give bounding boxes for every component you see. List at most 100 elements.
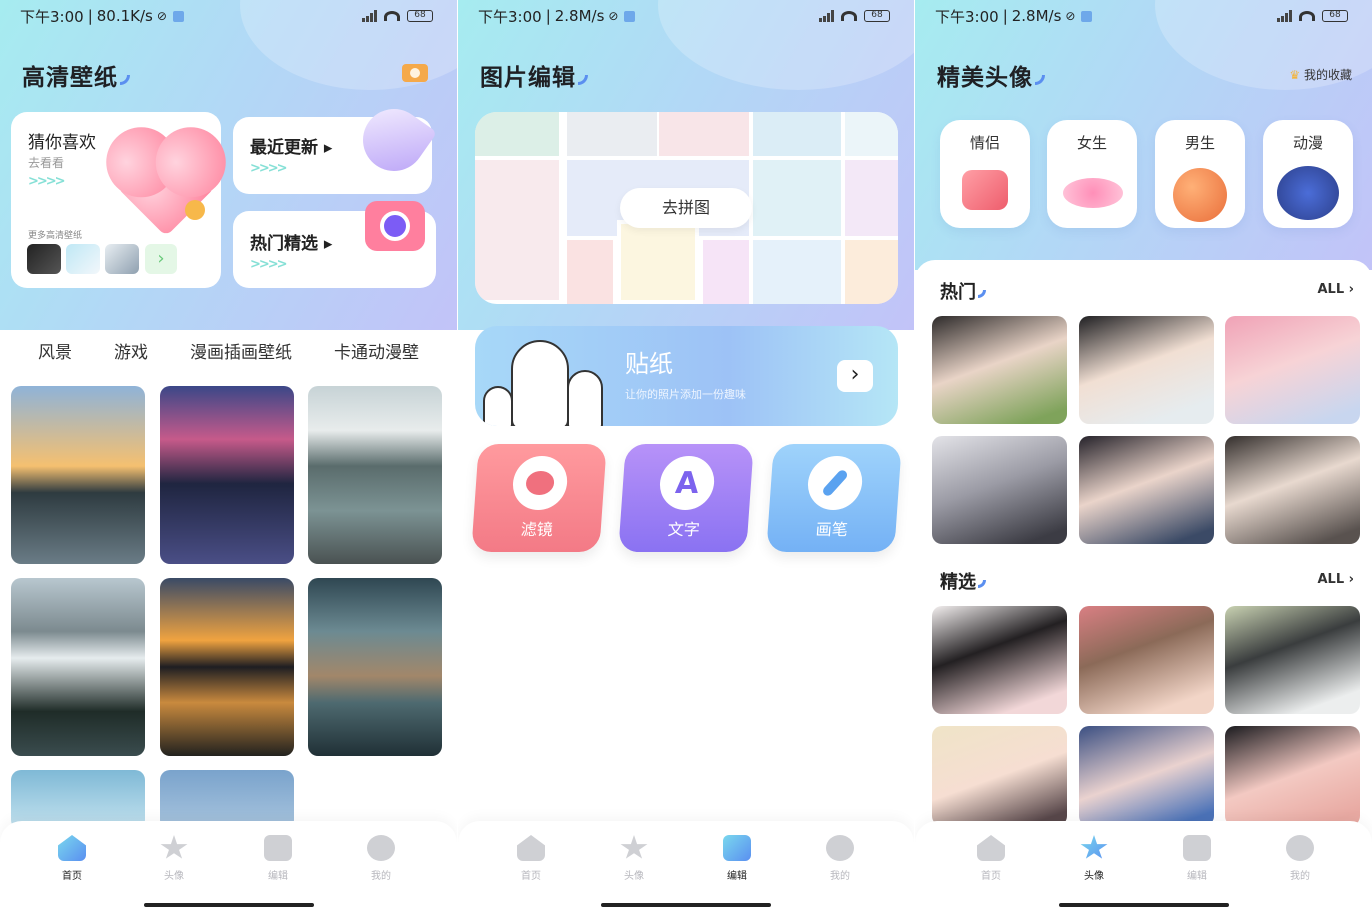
preview-thumbnail[interactable] [27, 244, 61, 274]
filter-tool-button[interactable]: 滤镜 [471, 444, 607, 552]
recent-updates-card[interactable]: 最近更新 ▸ >>>> [233, 96, 438, 194]
category-couple[interactable]: 情侣 [940, 120, 1030, 228]
filter-label: 滤镜 [520, 520, 554, 539]
mute-icon: ⊘ [608, 9, 619, 23]
category-anime[interactable]: 动漫 [1263, 120, 1353, 228]
nav-me[interactable]: 我的 [351, 835, 411, 882]
preview-thumbnail[interactable] [66, 244, 100, 274]
wallpaper-thumbnail[interactable] [160, 578, 294, 756]
battery-icon: 68 [864, 10, 890, 22]
avatar-thumbnail[interactable] [1079, 316, 1214, 424]
page-title: 高清壁纸 [22, 58, 130, 92]
hot-title: 热门精选 ▸ [250, 234, 333, 254]
signal-icon [1277, 10, 1292, 22]
wifi-icon [841, 11, 857, 21]
star-icon [160, 835, 188, 859]
status-speed: 80.1K/s [96, 7, 153, 25]
notification-icon [624, 10, 636, 22]
nav-avatar[interactable]: 头像 [604, 835, 664, 882]
guess-title: 猜你喜欢 [28, 133, 96, 153]
wallpaper-screen: 下午3:00 | 80.1K/s ⊘ 68 高清壁纸 猜你喜欢 去看看 >>>>… [0, 0, 457, 913]
sticker-title: 贴纸 [625, 350, 673, 378]
nav-avatar[interactable]: 头像 [1064, 835, 1124, 882]
avatar-thumbnail[interactable] [1079, 606, 1214, 714]
wallpaper-thumbnail[interactable] [308, 578, 442, 756]
brush-tool-button[interactable]: 画笔 [766, 444, 902, 552]
avatar-thumbnail[interactable] [932, 606, 1067, 714]
wallpaper-thumbnail[interactable] [11, 386, 145, 564]
profile-icon [826, 835, 854, 861]
sticker-go-button[interactable]: › [837, 360, 873, 392]
bottom-nav: 首页 头像 编辑 我的 [915, 821, 1372, 913]
avatar-thumbnail[interactable] [1225, 606, 1360, 714]
hot-picks-card[interactable]: 热门精选 ▸ >>>> [233, 201, 436, 288]
avatar-thumbnail[interactable] [1225, 316, 1360, 424]
anime-character-icon [1277, 166, 1339, 220]
nav-me[interactable]: 我的 [810, 835, 870, 882]
wallpaper-thumbnail[interactable] [308, 386, 442, 564]
nav-home[interactable]: 首页 [501, 835, 561, 882]
wallpaper-thumbnail[interactable] [160, 386, 294, 564]
guess-you-like-card[interactable]: 猜你喜欢 去看看 >>>> 更多高清壁纸 › [11, 112, 221, 288]
bow-icon [1063, 178, 1123, 208]
status-speed: 2.8M/s [554, 7, 605, 25]
category-female[interactable]: 女生 [1047, 120, 1137, 228]
status-bar: 下午3:00 | 2.8M/s ⊘ 68 [478, 6, 890, 26]
text-icon: A [658, 456, 716, 510]
sticker-banner[interactable]: 贴纸 让你的照片添加一份趣味 › [475, 326, 898, 426]
hot-all-link[interactable]: ALL › [1317, 282, 1354, 297]
filter-icon [511, 456, 569, 510]
wallpaper-thumbnail[interactable] [11, 578, 145, 756]
bottom-nav: 首页 头像 编辑 我的 [0, 821, 457, 913]
hot-arrows: >>>> [250, 257, 288, 272]
sticker-mascot-icon [567, 370, 603, 426]
category-male[interactable]: 男生 [1155, 120, 1245, 228]
avatar-thumbnail[interactable] [932, 436, 1067, 544]
preview-thumbnail[interactable] [105, 244, 139, 274]
tab-scenery[interactable]: 风景 [38, 338, 72, 364]
more-arrow-button[interactable]: › [145, 244, 177, 274]
signal-icon [362, 10, 377, 22]
notification-icon [1081, 10, 1093, 22]
collage-banner[interactable]: 去拼图 [475, 112, 898, 304]
guess-arrows: >>>> [28, 174, 66, 189]
home-icon [517, 835, 545, 861]
nav-me[interactable]: 我的 [1270, 835, 1330, 882]
avatar-thumbnail[interactable] [1225, 726, 1360, 826]
nav-home[interactable]: 首页 [42, 835, 102, 882]
nav-avatar[interactable]: 头像 [144, 835, 204, 882]
favorites-link[interactable]: ♛ 我的收藏 [1289, 66, 1352, 83]
home-icon [58, 835, 86, 861]
tab-cartoon[interactable]: 卡通动漫壁 [334, 338, 419, 364]
status-time: 下午3:00 [935, 7, 999, 26]
camera-3d-icon [365, 201, 425, 251]
avatar-thumbnail[interactable] [932, 726, 1067, 826]
chat-heart-icon [962, 170, 1008, 210]
home-indicator [601, 903, 771, 907]
featured-all-link[interactable]: ALL › [1317, 572, 1354, 587]
avatar-thumbnail[interactable] [1079, 436, 1214, 544]
home-indicator [1058, 903, 1229, 907]
star-icon [1080, 835, 1108, 859]
nav-edit[interactable]: 编辑 [248, 835, 308, 882]
camera-icon[interactable] [402, 64, 428, 82]
page-title: 精美头像 [937, 58, 1045, 92]
text-tool-button[interactable]: A 文字 [618, 444, 754, 552]
profile-icon [1286, 835, 1314, 861]
tab-games[interactable]: 游戏 [114, 338, 148, 364]
guess-subtitle: 去看看 [28, 156, 65, 170]
sticker-mascot-icon [511, 340, 569, 426]
nav-edit[interactable]: 编辑 [707, 835, 767, 882]
signal-icon [819, 10, 834, 22]
nav-home[interactable]: 首页 [961, 835, 1021, 882]
battery-icon: 68 [1322, 10, 1348, 22]
tab-illustration[interactable]: 漫画插画壁纸 [190, 338, 292, 364]
avatar-thumbnail[interactable] [1225, 436, 1360, 544]
avatar-thumbnail[interactable] [1079, 726, 1214, 826]
profile-icon [367, 835, 395, 861]
nav-edit[interactable]: 编辑 [1167, 835, 1227, 882]
collage-button[interactable]: 去拼图 [620, 188, 752, 228]
avatar-thumbnail[interactable] [932, 316, 1067, 424]
home-indicator [143, 903, 314, 907]
recent-title: 最近更新 ▸ [250, 138, 333, 158]
